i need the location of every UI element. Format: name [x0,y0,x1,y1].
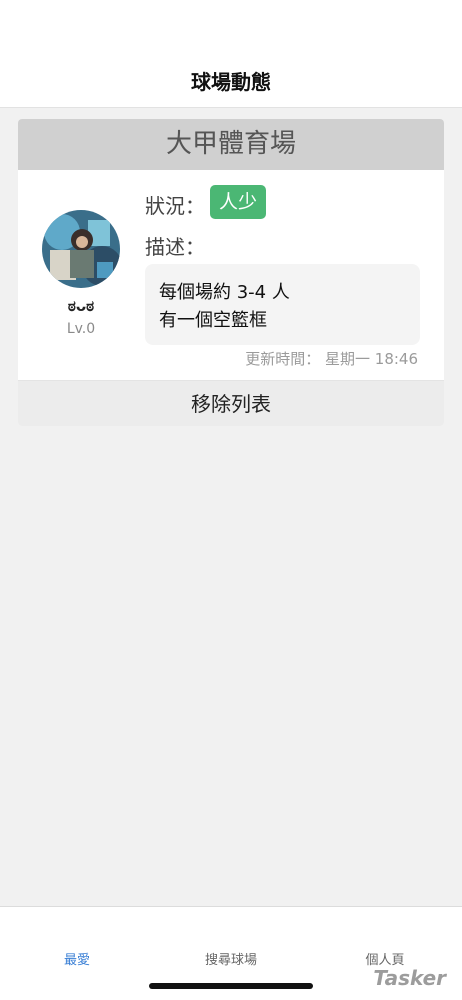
remove-from-list-button[interactable]: 移除列表 [18,380,444,426]
status-label: 狀況： [145,194,205,218]
tab-favorites[interactable]: 最愛 [0,949,154,968]
description-label: 描述： [145,235,205,259]
card-body: ಠᴗಠ Lv.0 狀況： 人少 描述： 每個場約 3-4 人 有一個空籃框 更新… [18,170,444,380]
home-indicator[interactable] [149,983,313,989]
court-name[interactable]: 大甲體育場 [18,119,444,170]
tab-search-court[interactable]: 搜尋球場 [154,949,308,968]
court-card: 大甲體育場 ಠᴗಠ Lv.0 狀況： 人少 描述： 每個場約 3-4 人 有一個… [18,119,444,426]
description-line: 每個場約 3-4 人 [159,282,290,303]
update-time: 更新時間： 星期一 18:46 [245,350,418,368]
nav-header: 球場動態 [0,0,462,108]
status-badge: 人少 [210,185,267,219]
user-level: Lv.0 [66,321,96,337]
description-line: 有一個空籃框 [159,310,267,331]
description-box: 每個場約 3-4 人 有一個空籃框 [145,264,420,345]
page-title: 球場動態 [191,70,271,94]
avatar[interactable] [42,210,120,288]
tasker-watermark: Tasker [373,966,446,990]
user-name: ಠᴗಠ [67,297,95,315]
